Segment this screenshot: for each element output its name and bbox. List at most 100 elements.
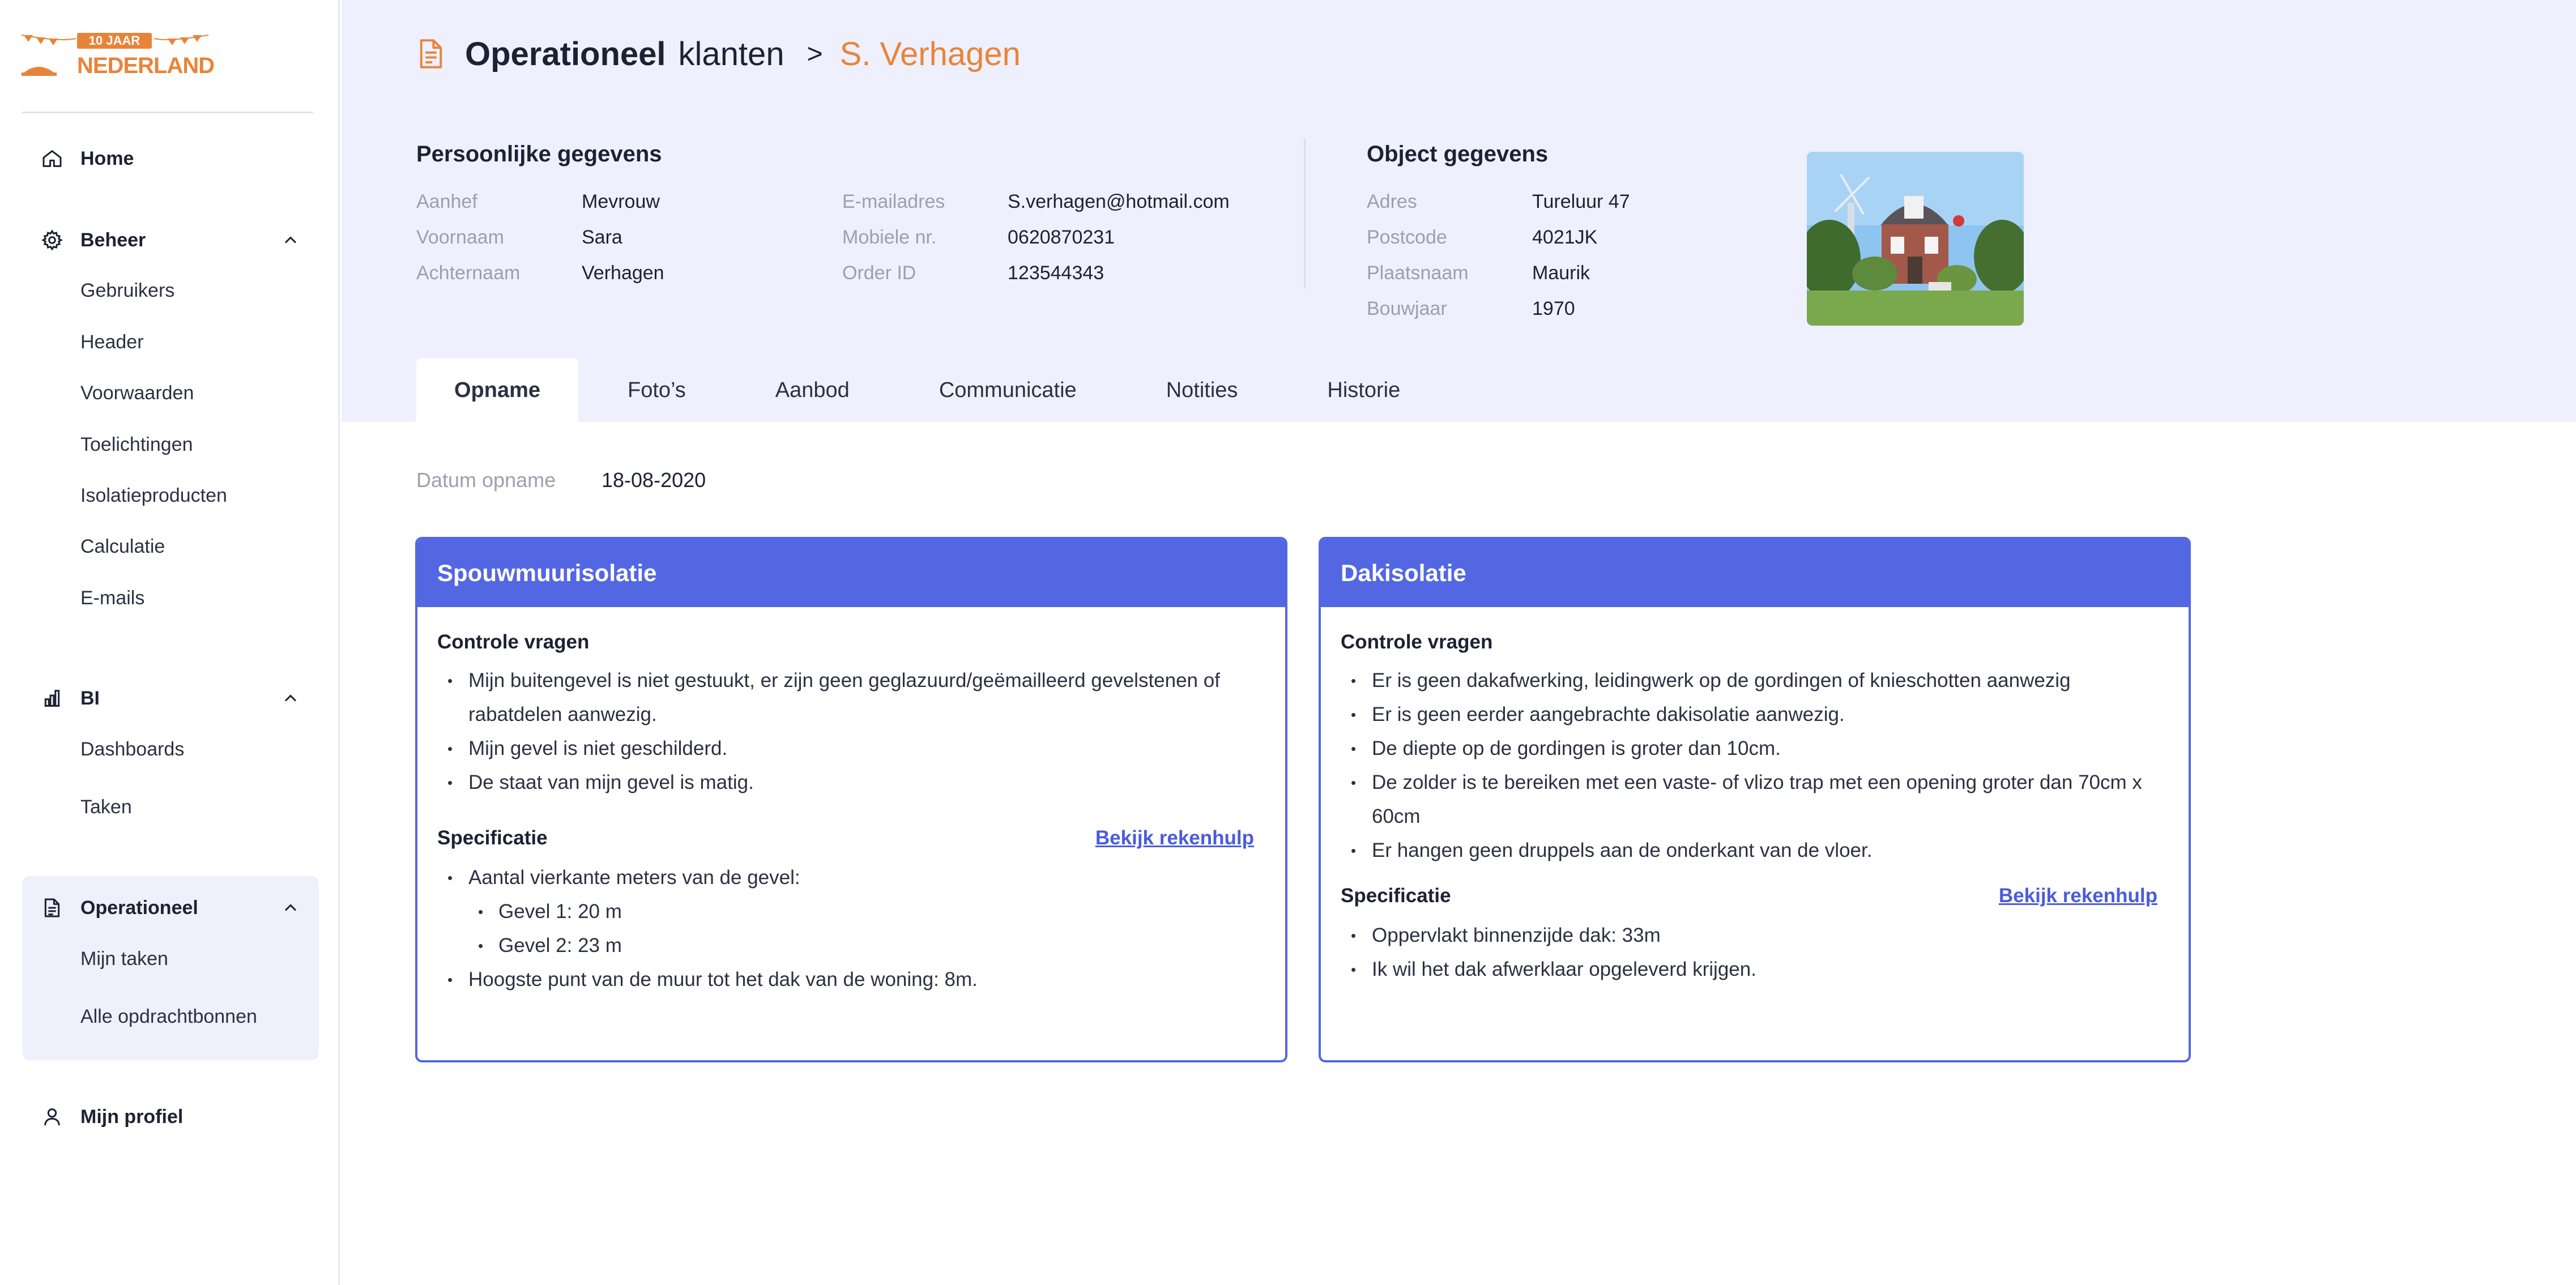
order-id-label: Order ID	[842, 262, 916, 284]
sidebar-item-calculatie[interactable]: Calculatie	[80, 532, 165, 561]
logo-name-text: NEDERLAND	[77, 53, 215, 78]
personal-details-title: Persoonlijke gegevens	[416, 142, 662, 167]
controle-vragen-title: Controle vragen	[437, 631, 590, 653]
list-item: Mijn gevel is niet geschilderd.	[437, 732, 1265, 766]
controle-vragen-list: Er is geen dakafwerking, leidingwerk op …	[1341, 664, 2169, 868]
bouwjaar-label: Bouwjaar	[1367, 298, 1447, 319]
email-label: E-mailadres	[842, 191, 945, 212]
list-item: Ik wil het dak afwerklaar opgeleverd kri…	[1341, 953, 2169, 987]
nav-operationeel-label: Operationeel	[80, 896, 198, 919]
list-item: Mijn buitengevel is niet gestuukt, er zi…	[437, 664, 1265, 732]
list-item: Er hangen geen druppels aan de onderkant…	[1341, 834, 2169, 868]
bar-chart-icon	[41, 687, 63, 710]
sidebar-item-mijn-taken[interactable]: Mijn taken	[80, 945, 168, 973]
list-item: De zolder is te bereiken met een vaste- …	[1341, 766, 2169, 834]
nav-mijn-profiel-label: Mijn profiel	[80, 1105, 184, 1128]
list-item: De staat van mijn gevel is matig.	[437, 766, 1265, 800]
user-icon	[41, 1105, 63, 1128]
nav-operationeel[interactable]: Operationeel	[41, 891, 198, 925]
adres-value: Tureluur 47	[1532, 191, 1630, 212]
sidebar-item-gebruikers[interactable]: Gebruikers	[80, 276, 174, 305]
email-value: S.verhagen@hotmail.com	[1008, 191, 1230, 212]
tab-aanbod[interactable]: Aanbod	[775, 358, 850, 422]
mobile-label: Mobiele nr.	[842, 227, 937, 248]
voornaam-value: Sara	[582, 227, 622, 248]
sidebar-item-dashboards[interactable]: Dashboards	[80, 735, 184, 763]
bekijk-rekenhulp-link[interactable]: Bekijk rekenhulp	[1999, 885, 2157, 907]
tab-fotos[interactable]: Foto’s	[628, 358, 686, 422]
sidebar-item-header[interactable]: Header	[80, 328, 144, 356]
card-title: Spouwmuurisolatie	[417, 539, 1285, 607]
list-item: Er is geen eerder aangebrachte dakisolat…	[1341, 698, 2169, 732]
card-dakisolatie: Dakisolatie Controle vragen Er is geen d…	[1319, 537, 2191, 1062]
list-item: Hoogste punt van de muur tot het dak van…	[437, 963, 1265, 997]
house-photo[interactable]	[1807, 152, 2024, 326]
logo-badge-text: 10 JAAR	[88, 33, 140, 48]
sidebar-item-alle-opdrachtbonnen[interactable]: Alle opdrachtbonnen	[80, 1002, 257, 1031]
card-spouwmuurisolatie: Spouwmuurisolatie Controle vragen Mijn b…	[415, 537, 1287, 1062]
breadcrumb: Operationeel klanten > S. Verhagen	[416, 34, 1021, 74]
nav-bi-label: BI	[80, 687, 100, 709]
plaatsnaam-value: Maurik	[1532, 262, 1590, 284]
adres-label: Adres	[1367, 191, 1417, 212]
postcode-label: Postcode	[1367, 227, 1447, 248]
bekijk-rekenhulp-link[interactable]: Bekijk rekenhulp	[1095, 827, 1254, 849]
specificatie-list: Oppervlakt binnenzijde dak: 33m Ik wil h…	[1341, 919, 2169, 987]
bouwjaar-value: 1970	[1532, 298, 1575, 319]
sidebar: 10 JAAR NEDERLAND Home Beheer Gebruikers…	[0, 0, 340, 1285]
nav-home[interactable]: Home	[41, 142, 134, 176]
nav-beheer[interactable]: Beheer	[41, 223, 146, 257]
datum-opname-label: Datum opname	[416, 468, 556, 492]
details-divider	[1304, 139, 1306, 289]
specificatie-title: Specificatie	[1341, 885, 1451, 907]
tab-communicatie[interactable]: Communicatie	[939, 358, 1077, 422]
breadcrumb-current: S. Verhagen	[839, 35, 1021, 72]
tab-historie[interactable]: Historie	[1327, 358, 1400, 422]
breadcrumb-klanten[interactable]: klanten	[679, 35, 784, 73]
controle-vragen-title: Controle vragen	[1341, 631, 1493, 653]
sidebar-divider	[22, 112, 313, 113]
tab-opname[interactable]: Opname	[416, 358, 578, 422]
plaatsnaam-label: Plaatsnaam	[1367, 262, 1469, 284]
document-icon	[420, 39, 442, 69]
list-item: Aantal vierkante meters van de gevel:	[437, 861, 1265, 895]
achternaam-label: Achternaam	[416, 262, 521, 284]
sidebar-item-emails[interactable]: E-mails	[80, 584, 144, 612]
card-title: Dakisolatie	[1321, 539, 2189, 607]
voornaam-label: Voornaam	[416, 227, 504, 248]
list-item: De diepte op de gordingen is groter dan …	[1341, 732, 2169, 766]
list-item: Er is geen dakafwerking, leidingwerk op …	[1341, 664, 2169, 698]
sidebar-item-voorwaarden[interactable]: Voorwaarden	[80, 379, 194, 407]
home-icon	[41, 147, 63, 170]
object-details-title: Object gegevens	[1367, 142, 1549, 167]
postcode-value: 4021JK	[1532, 227, 1598, 248]
nav-bi[interactable]: BI	[41, 681, 100, 715]
list-item: Gevel 2: 23 m	[437, 929, 1265, 963]
chevron-up-icon[interactable]	[280, 898, 301, 918]
tab-notities[interactable]: Notities	[1166, 358, 1238, 422]
datum-opname-value: 18-08-2020	[602, 468, 706, 492]
mobile-value: 0620870231	[1008, 227, 1115, 248]
list-item: Oppervlakt binnenzijde dak: 33m	[1341, 919, 2169, 953]
specificatie-list: Aantal vierkante meters van de gevel: Ge…	[437, 861, 1265, 997]
order-id-value: 123544343	[1008, 262, 1104, 284]
breadcrumb-operationeel[interactable]: Operationeel	[465, 35, 666, 73]
aanhef-label: Aanhef	[416, 191, 477, 212]
sidebar-item-toelichtingen[interactable]: Toelichtingen	[80, 430, 193, 459]
aanhef-value: Mevrouw	[582, 191, 660, 212]
chevron-up-icon[interactable]	[280, 230, 301, 250]
nav-home-label: Home	[80, 147, 134, 169]
nav-mijn-profiel[interactable]: Mijn profiel	[41, 1100, 183, 1134]
sidebar-item-isolatieproducten[interactable]: Isolatieproducten	[80, 481, 227, 510]
sidebar-item-taken[interactable]: Taken	[80, 793, 132, 821]
nav-beheer-label: Beheer	[80, 229, 146, 251]
tab-bar: Opname Foto’s Aanbod Communicatie Notiti…	[416, 358, 1400, 422]
gear-icon	[41, 229, 63, 251]
specificatie-title: Specificatie	[437, 827, 548, 849]
achternaam-value: Verhagen	[582, 262, 664, 284]
list-item: Gevel 1: 20 m	[437, 895, 1265, 929]
breadcrumb-separator: >	[807, 39, 823, 69]
logo[interactable]: 10 JAAR NEDERLAND	[21, 33, 215, 78]
controle-vragen-list: Mijn buitengevel is niet gestuukt, er zi…	[437, 664, 1265, 800]
chevron-up-icon[interactable]	[280, 688, 301, 708]
